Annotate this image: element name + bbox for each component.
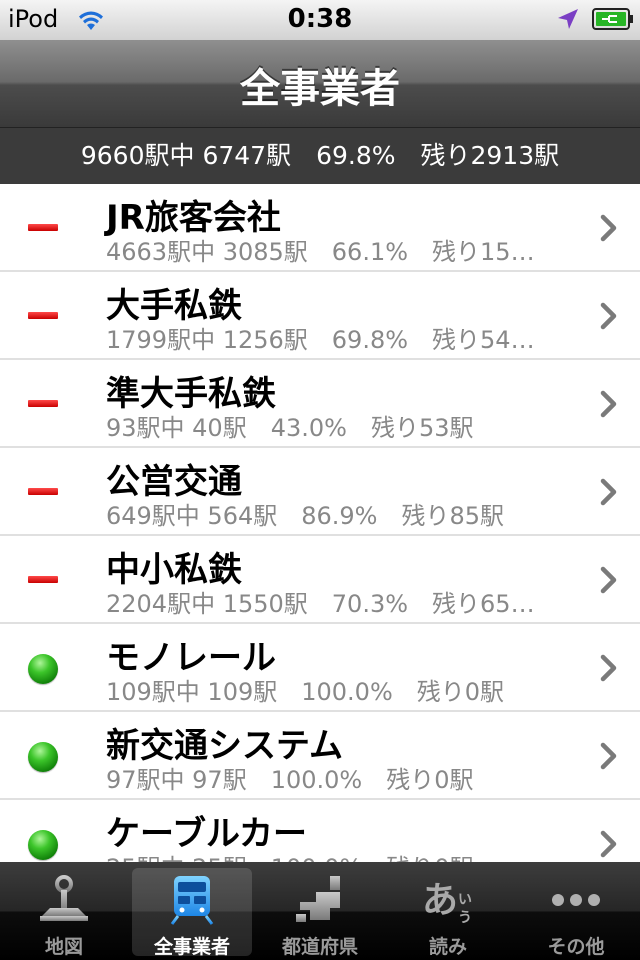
more-icon — [552, 894, 600, 906]
list-item-new-transit[interactable]: 新交通システム 97駅中 97駅 100.0% 残り0駅 — [0, 712, 640, 800]
list-item-subtitle: 25駅中 25駅 100.0% 残り0駅 — [106, 848, 576, 862]
svg-text:あ: あ — [422, 880, 458, 921]
train-icon — [170, 876, 214, 925]
clock: 0:38 — [287, 4, 353, 34]
tab-label: 地図 — [44, 936, 83, 958]
list-item-subtitle: 109駅中 109駅 100.0% 残り0駅 — [106, 678, 505, 706]
complete-status-icon — [28, 830, 58, 860]
incomplete-status-icon — [28, 312, 58, 319]
list-item-subtitle: 4663駅中 3085駅 66.1% 残り15… — [106, 238, 535, 266]
chevron-right-icon — [600, 566, 617, 594]
list-item-jr[interactable]: JR旅客会社 4663駅中 3085駅 66.1% 残り15… — [0, 184, 640, 272]
page-title: 全事業者 — [240, 66, 400, 112]
chevron-right-icon — [600, 302, 617, 330]
list-item-public-transit[interactable]: 公営交通 649駅中 564駅 86.9% 残り85駅 — [0, 448, 640, 536]
tab-more[interactable]: その他 — [516, 868, 636, 958]
list-item-semi-major-private[interactable]: 準大手私鉄 93駅中 40駅 43.0% 残り53駅 — [0, 360, 640, 448]
svg-text:い: い — [458, 892, 472, 908]
navigation-bar: 全事業者 — [0, 40, 640, 128]
tab-label: 都道府県 — [281, 936, 358, 958]
tab-label: その他 — [547, 936, 605, 958]
list-item-subtitle: 649駅中 564駅 86.9% 残り85駅 — [106, 502, 505, 530]
operator-list[interactable]: JR旅客会社 4663駅中 3085駅 66.1% 残り15… 大手私鉄 179… — [0, 184, 640, 862]
list-item-monorail[interactable]: モノレール 109駅中 109駅 100.0% 残り0駅 — [0, 624, 640, 712]
tab-all-operators[interactable]: 全事業者 — [132, 868, 252, 958]
complete-status-icon — [28, 654, 58, 684]
tab-map[interactable]: 地図 — [4, 868, 124, 958]
location-arrow-icon — [558, 9, 578, 29]
tab-label: 読み — [428, 936, 467, 958]
incomplete-status-icon — [28, 400, 58, 407]
list-item-cable-car[interactable]: ケーブルカー 25駅中 25駅 100.0% 残り0駅 — [0, 800, 640, 862]
battery-icon — [592, 8, 633, 30]
list-item-subtitle: 97駅中 97駅 100.0% 残り0駅 — [106, 766, 474, 794]
list-item-major-private[interactable]: 大手私鉄 1799駅中 1256駅 69.8% 残り54… — [0, 272, 640, 360]
chevron-right-icon — [600, 214, 617, 242]
chevron-right-icon — [600, 742, 617, 770]
tab-prefectures[interactable]: 都道府県 — [260, 868, 380, 958]
joystick-icon — [40, 875, 88, 921]
list-item-subtitle: 2204駅中 1550駅 70.3% 残り65… — [106, 590, 535, 618]
chevron-right-icon — [600, 478, 617, 506]
chevron-right-icon — [600, 830, 617, 858]
tab-bar: 地図 全事業者 都道府県 あ い う 読み その他 — [0, 862, 640, 960]
incomplete-status-icon — [28, 488, 58, 495]
status-bar: iPod 0:38 — [0, 0, 640, 40]
incomplete-status-icon — [28, 576, 58, 583]
chevron-right-icon — [600, 390, 617, 418]
list-item-subtitle: 1799駅中 1256駅 69.8% 残り54… — [106, 326, 535, 354]
tab-reading[interactable]: あ い う 読み — [388, 868, 508, 958]
summary-bar: 9660駅中 6747駅 69.8% 残り2913駅 — [0, 128, 640, 184]
incomplete-status-icon — [28, 224, 58, 231]
prefecture-map-icon — [296, 876, 340, 922]
chevron-right-icon — [600, 654, 617, 682]
list-item-small-private[interactable]: 中小私鉄 2204駅中 1550駅 70.3% 残り65… — [0, 536, 640, 624]
svg-text:う: う — [458, 910, 472, 926]
kana-icon: あ い う — [422, 880, 472, 926]
list-item-subtitle: 93駅中 40駅 43.0% 残り53駅 — [106, 414, 474, 442]
complete-status-icon — [28, 742, 58, 772]
tab-label: 全事業者 — [153, 936, 230, 958]
